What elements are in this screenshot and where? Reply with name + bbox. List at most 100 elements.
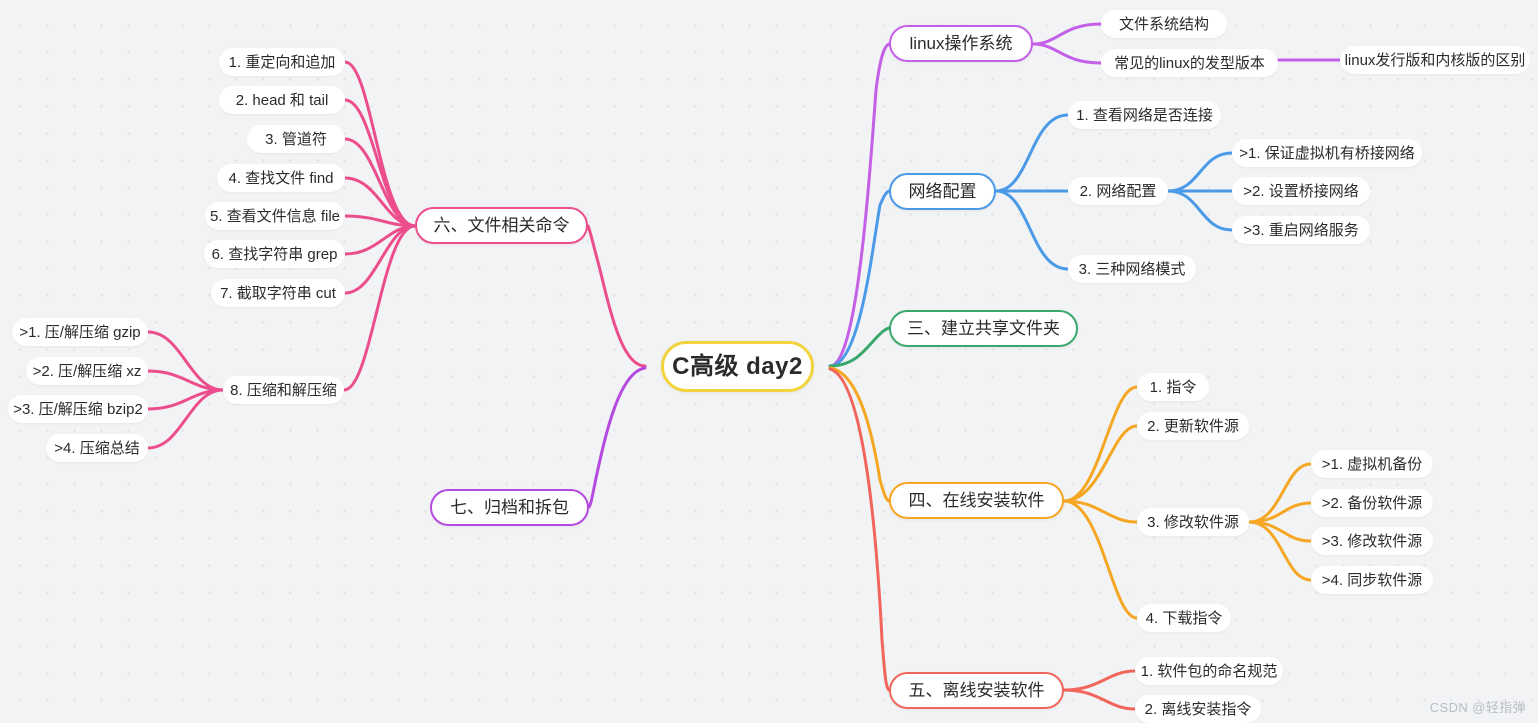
edge-offline-c0 xyxy=(1062,669,1137,692)
child-label: 常见的linux的发型版本 xyxy=(1114,54,1265,72)
edge-online-c2 xyxy=(1062,499,1139,524)
mindmap-canvas: C高级 day2 linux操作系统 文件系统结构 常见的linux的发型版本 … xyxy=(0,0,1538,723)
edge-file-c7 xyxy=(342,224,417,392)
root-node[interactable]: C高级 day2 xyxy=(661,341,814,392)
child-node-commands[interactable]: 1. 指令 xyxy=(1137,373,1209,401)
edge-network-c1-g0 xyxy=(1166,151,1234,193)
edge-online-c2-g3 xyxy=(1247,520,1313,582)
edge-file-c7-g0 xyxy=(146,330,225,392)
child-label: 2. 更新软件源 xyxy=(1147,417,1239,435)
grandchild-label: linux发行版和内核版的区别 xyxy=(1344,51,1526,69)
csdn-watermark: CSDN @轻指弹 xyxy=(1429,700,1526,715)
child-node-common-linux-distros[interactable]: 常见的linux的发型版本 xyxy=(1101,49,1278,77)
grandchild-label: >3. 重启网络服务 xyxy=(1243,221,1359,239)
child-label: 5. 查看文件信息 file xyxy=(209,207,341,225)
branch-label-file-commands: 六、文件相关命令 xyxy=(433,216,570,235)
edge-online-c1 xyxy=(1062,424,1139,503)
child-label: 2. 离线安装指令 xyxy=(1144,700,1252,718)
edge-root-share xyxy=(828,326,891,368)
edge-file-c1 xyxy=(343,98,417,228)
grandchild-label: >4. 压缩总结 xyxy=(54,439,140,457)
branch-node-archive[interactable]: 七、归档和拆包 xyxy=(430,489,589,526)
child-node-file-system-structure[interactable]: 文件系统结构 xyxy=(1101,10,1227,38)
grandchild-label: >3. 修改软件源 xyxy=(1321,532,1423,550)
child-node-cut[interactable]: 7. 截取字符串 cut xyxy=(211,279,345,307)
branch-node-linux[interactable]: linux操作系统 xyxy=(889,25,1033,62)
edge-network-c1-g2 xyxy=(1166,189,1234,232)
branch-label-network: 网络配置 xyxy=(908,182,977,201)
child-label: 2. head 和 tail xyxy=(235,91,329,109)
branch-label-online-install: 四、在线安装软件 xyxy=(908,491,1045,510)
grandchild-node-restart-network[interactable]: >3. 重启网络服务 xyxy=(1232,216,1370,244)
edge-root-archive xyxy=(587,366,647,509)
child-label: 2. 网络配置 xyxy=(1079,182,1157,200)
child-label: 4. 查找文件 find xyxy=(228,169,334,187)
child-node-file-info[interactable]: 5. 查看文件信息 file xyxy=(205,202,345,230)
child-node-compression[interactable]: 8. 压缩和解压缩 xyxy=(223,376,344,404)
child-node-offline-install-command[interactable]: 2. 离线安装指令 xyxy=(1135,695,1261,723)
child-label: 1. 软件包的命名规范 xyxy=(1140,662,1278,680)
grandchild-node-backup-sources[interactable]: >2. 备份软件源 xyxy=(1311,489,1433,517)
child-label: 7. 截取字符串 cut xyxy=(220,284,336,302)
edge-file-c2 xyxy=(343,137,417,228)
edge-online-c3 xyxy=(1062,499,1139,620)
child-label: 1. 查看网络是否连接 xyxy=(1076,106,1213,124)
child-node-pipe[interactable]: 3. 管道符 xyxy=(247,125,345,153)
edge-root-network xyxy=(828,189,891,368)
child-node-modify-sources[interactable]: 3. 修改软件源 xyxy=(1137,508,1249,536)
branch-label-linux: linux操作系统 xyxy=(909,34,1013,53)
grandchild-node-compression-summary[interactable]: >4. 压缩总结 xyxy=(46,434,148,462)
edge-file-c7-g2 xyxy=(146,388,225,411)
grandchild-label: >2. 备份软件源 xyxy=(1321,494,1423,512)
branch-node-network-config[interactable]: 网络配置 xyxy=(889,173,996,210)
grandchild-node-modify-sources[interactable]: >3. 修改软件源 xyxy=(1311,527,1433,555)
branch-node-shared-folder[interactable]: 三、建立共享文件夹 xyxy=(889,310,1078,347)
child-node-package-naming[interactable]: 1. 软件包的命名规范 xyxy=(1135,657,1283,685)
grandchild-label: >1. 保证虚拟机有桥接网络 xyxy=(1239,144,1415,162)
child-node-redirect-append[interactable]: 1. 重定向和追加 xyxy=(219,48,345,76)
child-node-update-sources[interactable]: 2. 更新软件源 xyxy=(1137,412,1249,440)
edge-root-online xyxy=(828,366,891,503)
child-label: 8. 压缩和解压缩 xyxy=(230,381,337,399)
edge-file-c0 xyxy=(343,60,417,228)
child-node-check-network[interactable]: 1. 查看网络是否连接 xyxy=(1068,101,1221,129)
edge-file-c4 xyxy=(343,214,417,228)
grandchild-label: >3. 压/解压缩 bzip2 xyxy=(13,400,143,418)
grandchild-node-bzip2[interactable]: >3. 压/解压缩 bzip2 xyxy=(8,395,148,423)
child-label: 1. 指令 xyxy=(1149,378,1197,396)
branch-node-online-install[interactable]: 四、在线安装软件 xyxy=(889,482,1064,519)
grandchild-node-vm-backup[interactable]: >1. 虚拟机备份 xyxy=(1311,450,1433,478)
branch-label-share: 三、建立共享文件夹 xyxy=(907,319,1060,338)
grandchild-node-set-bridged[interactable]: >2. 设置桥接网络 xyxy=(1232,177,1370,205)
grandchild-label: >2. 压/解压缩 xz xyxy=(32,362,142,380)
grandchild-label: >4. 同步软件源 xyxy=(1321,571,1423,589)
child-label: 1. 重定向和追加 xyxy=(228,53,336,71)
child-label: 6. 查找字符串 grep xyxy=(211,245,338,263)
edge-online-c2-g2 xyxy=(1247,520,1313,543)
child-label: 3. 修改软件源 xyxy=(1147,513,1239,531)
child-node-three-network-modes[interactable]: 3. 三种网络模式 xyxy=(1068,255,1196,283)
child-node-head-tail[interactable]: 2. head 和 tail xyxy=(219,86,345,114)
child-node-download-command[interactable]: 4. 下载指令 xyxy=(1137,604,1231,632)
grandchild-node-xz[interactable]: >2. 压/解压缩 xz xyxy=(26,357,148,385)
edge-network-c2 xyxy=(994,189,1070,271)
child-label: 4. 下载指令 xyxy=(1145,609,1223,627)
grandchild-node-ensure-bridged[interactable]: >1. 保证虚拟机有桥接网络 xyxy=(1232,139,1422,167)
edge-file-c3 xyxy=(343,176,417,228)
edge-root-linux xyxy=(828,42,891,368)
grandchild-node-distro-vs-kernel[interactable]: linux发行版和内核版的区别 xyxy=(1340,46,1530,74)
child-node-find[interactable]: 4. 查找文件 find xyxy=(217,164,345,192)
child-label: 3. 管道符 xyxy=(265,130,327,148)
edge-file-c7-g3 xyxy=(146,388,225,450)
edge-offline-c1 xyxy=(1062,688,1137,711)
branch-node-offline-install[interactable]: 五、离线安装软件 xyxy=(889,672,1064,709)
edge-root-file-commands xyxy=(586,224,647,368)
branch-node-file-commands[interactable]: 六、文件相关命令 xyxy=(415,207,588,244)
child-node-grep[interactable]: 6. 查找字符串 grep xyxy=(204,240,345,268)
grandchild-node-gzip[interactable]: >1. 压/解压缩 gzip xyxy=(12,318,148,346)
child-node-network-config[interactable]: 2. 网络配置 xyxy=(1068,177,1168,205)
root-node-label: C高级 day2 xyxy=(672,352,803,380)
edge-root-offline xyxy=(828,367,891,692)
branch-label-archive: 七、归档和拆包 xyxy=(450,498,569,517)
grandchild-node-sync-sources[interactable]: >4. 同步软件源 xyxy=(1311,566,1433,594)
